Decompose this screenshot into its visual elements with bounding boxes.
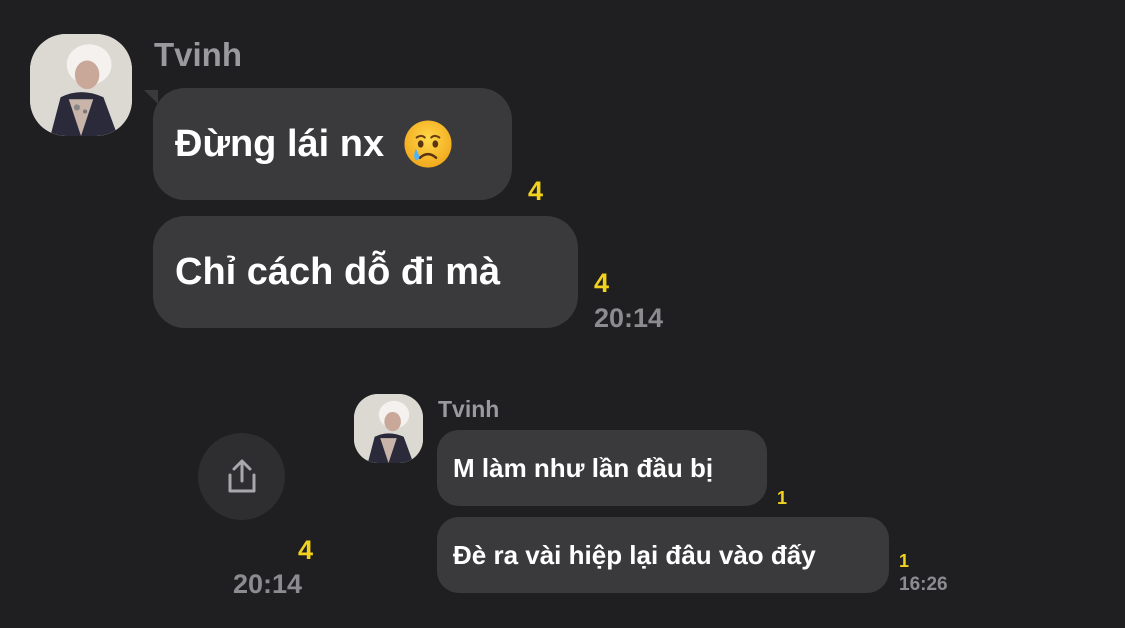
share-button[interactable] xyxy=(198,433,285,520)
sender-name: Tvinh xyxy=(154,36,242,73)
unread-count: 4 xyxy=(594,268,610,298)
message-bubble[interactable]: Chỉ cách dỗ đi mà xyxy=(153,216,578,328)
share-icon xyxy=(228,459,255,492)
message-time: 16:26 xyxy=(899,574,948,595)
message-text: Chỉ cách dỗ đi mà xyxy=(175,250,501,293)
message-text: M làm như lần đầu bị xyxy=(453,452,714,483)
sender-name: Tvinh xyxy=(438,396,500,422)
profile-photo-icon xyxy=(30,34,132,136)
chat-screen: Tvinh Đừng lái nx 4 Chỉ cách dỗ đi mà 4 … xyxy=(0,0,1125,628)
unread-count: 1 xyxy=(899,551,910,571)
message-bubble[interactable]: M làm như lần đầu bị xyxy=(437,430,767,506)
sender-avatar[interactable] xyxy=(354,394,423,463)
message-bubble[interactable]: Đừng lái nx xyxy=(153,88,512,200)
message-text: Đè ra vài hiệp lại đâu vào đấy xyxy=(453,539,816,570)
message-time: 20:14 xyxy=(233,569,303,599)
message-bubble[interactable]: Đè ra vài hiệp lại đâu vào đấy xyxy=(437,517,889,593)
crying-face-icon xyxy=(404,120,452,168)
unread-count: 4 xyxy=(298,535,314,565)
bubble-tail xyxy=(144,90,158,104)
message-text: Đừng lái nx xyxy=(175,122,385,165)
message-time: 20:14 xyxy=(594,303,664,333)
profile-photo-icon xyxy=(354,394,423,463)
unread-count: 1 xyxy=(777,488,788,508)
unread-count: 4 xyxy=(528,176,544,206)
sender-avatar[interactable] xyxy=(30,34,132,136)
